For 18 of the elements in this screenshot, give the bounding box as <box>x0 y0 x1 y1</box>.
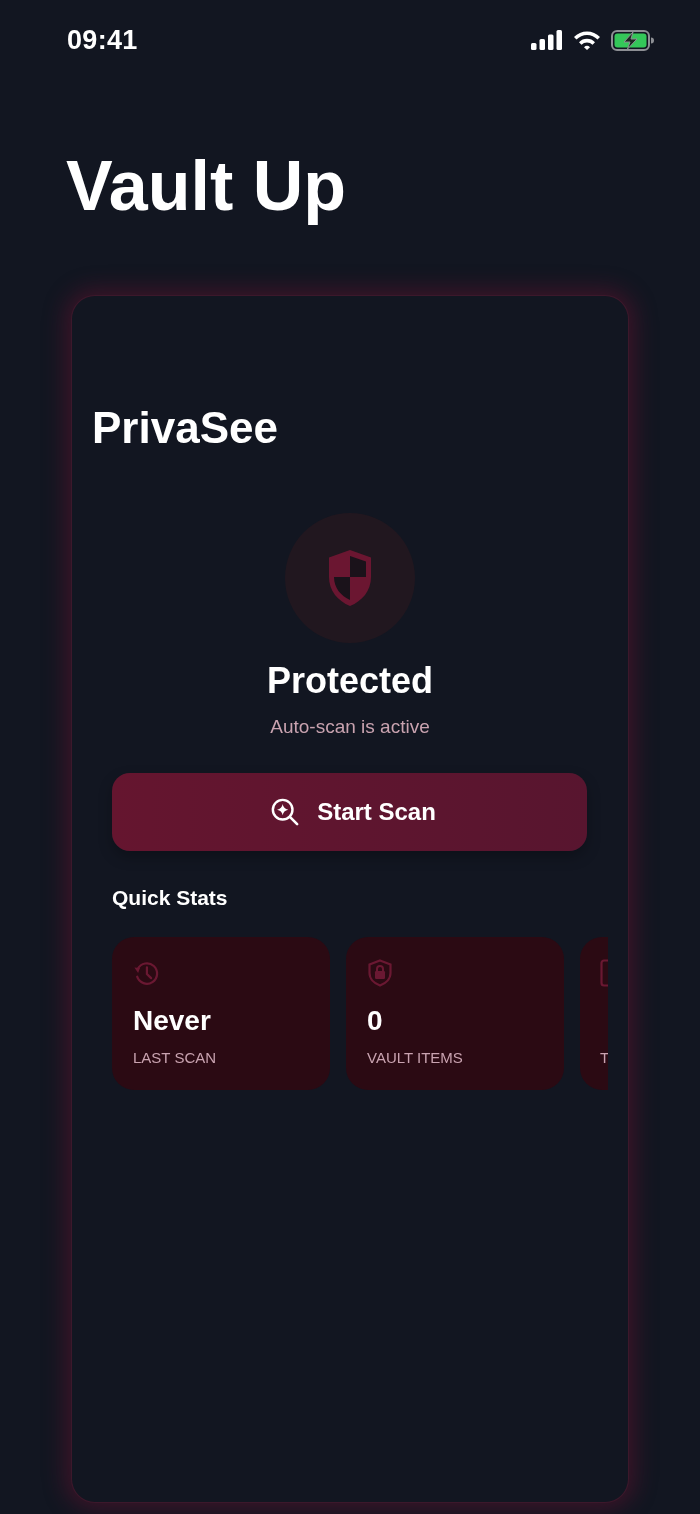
start-scan-button[interactable]: Start Scan <box>112 772 587 851</box>
status-time: 09:41 <box>67 24 138 56</box>
signal-icon <box>531 30 563 50</box>
card-title: PrivaSee <box>92 406 279 450</box>
battery-charging-icon <box>611 29 655 51</box>
shield-lock-icon <box>367 958 393 987</box>
search-sparkle-icon <box>271 797 300 826</box>
shield-icon <box>285 513 415 643</box>
bracket-icon <box>600 958 608 987</box>
stat-label: T <box>600 1048 608 1067</box>
status-label: Protected <box>266 663 433 699</box>
stat-label: VAULT ITEMS <box>367 1048 463 1067</box>
stat-label: LAST SCAN <box>133 1048 217 1067</box>
stat-value: 0 <box>367 1006 383 1035</box>
wifi-icon <box>573 30 601 50</box>
section-heading: Quick Stats <box>112 886 229 908</box>
status-detail: Auto-scan is active <box>270 716 430 739</box>
stat-value: Never <box>133 1006 211 1035</box>
